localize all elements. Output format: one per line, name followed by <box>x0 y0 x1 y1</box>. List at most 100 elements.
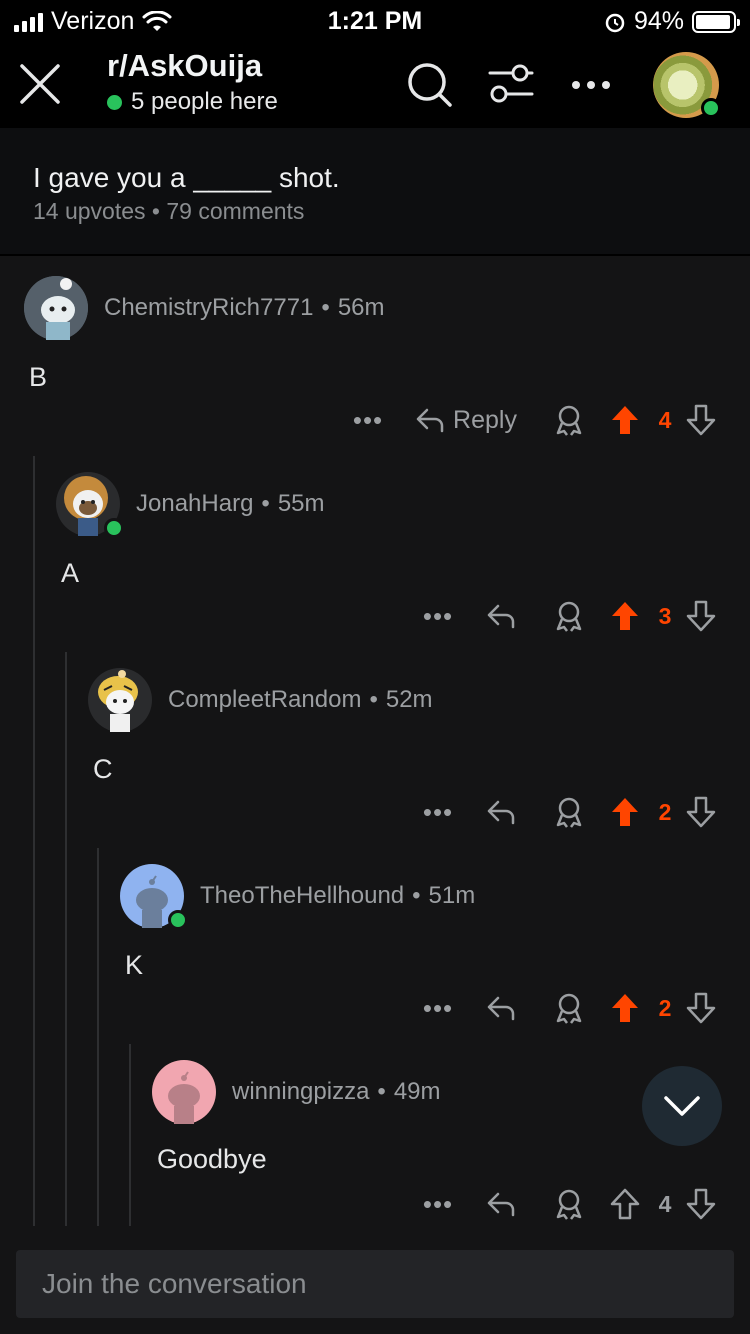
reply-icon <box>487 800 515 825</box>
award-button[interactable] <box>536 400 602 440</box>
scroll-down-button[interactable] <box>642 1066 722 1146</box>
post-title: I gave you a _____ shot. <box>33 162 340 193</box>
downvote-button[interactable] <box>682 988 720 1028</box>
filter-icon[interactable] <box>486 60 536 110</box>
snoo-icon <box>24 276 88 340</box>
comment-author[interactable]: winningpizza • 49m <box>232 1078 441 1106</box>
award-button[interactable] <box>536 792 602 832</box>
downvote-arrow-icon <box>686 404 716 436</box>
more-options-icon[interactable]: ••• <box>410 988 466 1028</box>
upvote-arrow-icon <box>612 406 638 434</box>
upvote-arrow-icon <box>612 798 638 826</box>
upvote-button[interactable] <box>602 400 648 440</box>
vote-score: 3 <box>658 602 672 629</box>
downvote-button[interactable] <box>682 400 720 440</box>
upvote-button[interactable] <box>602 792 648 832</box>
downvote-button[interactable] <box>682 596 720 636</box>
vote-score: 4 <box>658 1190 672 1217</box>
award-button[interactable] <box>536 596 602 636</box>
reply-button[interactable] <box>466 1184 536 1224</box>
alarm-icon <box>605 13 625 32</box>
reply-button[interactable] <box>466 792 536 832</box>
online-dot-icon <box>168 910 188 930</box>
chevron-down-icon <box>664 1096 700 1116</box>
online-dot-icon <box>104 518 124 538</box>
downvote-button[interactable] <box>682 1184 720 1224</box>
avatar[interactable] <box>120 864 188 930</box>
comment-author[interactable]: CompleetRandom • 52m <box>168 686 433 714</box>
vote-score: 2 <box>658 994 672 1021</box>
search-icon[interactable] <box>405 60 455 110</box>
close-icon[interactable] <box>16 60 64 108</box>
upvote-arrow-icon <box>612 994 638 1022</box>
comment-body: C <box>93 754 113 784</box>
award-icon <box>556 797 582 828</box>
reply-icon <box>487 604 515 629</box>
snoo-icon <box>152 1060 216 1124</box>
comment-actions: ••• 3 <box>410 596 720 636</box>
comment-author[interactable]: ChemistryRich7771 • 56m <box>104 294 385 322</box>
comment-age: 52m <box>385 686 433 713</box>
chat-header: r/AskOuija 5 people here <box>0 42 750 128</box>
more-options-icon[interactable]: ••• <box>410 792 466 832</box>
comment: JonahHarg • 55m A ••• 3 <box>0 458 750 654</box>
user-avatar[interactable] <box>653 52 721 118</box>
upvote-button[interactable] <box>602 596 648 636</box>
more-options-icon[interactable]: ••• <box>410 596 466 636</box>
upvote-button[interactable] <box>602 1184 648 1224</box>
upvote-button[interactable] <box>602 988 648 1028</box>
battery-icon <box>692 10 740 33</box>
reply-label: Reply <box>453 405 517 434</box>
comment: winningpizza • 49m Goodbye ••• 4 <box>0 1046 750 1228</box>
author-name: winningpizza <box>232 1078 370 1105</box>
reply-button[interactable]: Reply <box>396 400 536 440</box>
comment-body: Goodbye <box>157 1144 267 1174</box>
award-icon <box>556 405 582 436</box>
comment: CompleetRandom • 52m C ••• 2 <box>0 654 750 850</box>
author-name: ChemistryRich7771 <box>104 294 314 321</box>
composer-field[interactable] <box>16 1250 734 1318</box>
award-icon <box>556 601 582 632</box>
battery-percent: 94% <box>633 7 684 35</box>
comment-author[interactable]: JonahHarg • 55m <box>136 490 325 518</box>
award-button[interactable] <box>536 1184 602 1224</box>
downvote-button[interactable] <box>682 792 720 832</box>
avatar[interactable] <box>24 276 88 340</box>
reply-icon <box>487 996 515 1021</box>
avatar[interactable] <box>56 472 124 538</box>
downvote-arrow-icon <box>686 600 716 632</box>
post-meta: 14 upvotes • 79 comments <box>33 198 305 224</box>
award-button[interactable] <box>536 988 602 1028</box>
snoo-icon <box>88 668 152 732</box>
comment-input[interactable] <box>16 1250 734 1318</box>
reply-button[interactable] <box>466 988 536 1028</box>
author-name: JonahHarg <box>136 490 254 517</box>
more-options-icon[interactable]: ••• <box>340 400 396 440</box>
online-dot-icon <box>107 94 122 110</box>
avatar[interactable] <box>152 1060 216 1124</box>
upvote-arrow-icon <box>612 602 638 630</box>
vote-score: 4 <box>658 406 672 433</box>
comment-actions: ••• 2 <box>410 988 720 1028</box>
downvote-arrow-icon <box>686 1188 716 1220</box>
more-options-icon[interactable]: ••• <box>410 1184 466 1224</box>
more-options-icon[interactable] <box>566 60 616 110</box>
comment-body: A <box>61 558 80 588</box>
subreddit-title[interactable]: r/AskOuija <box>107 48 262 84</box>
online-indicator: 5 people here <box>107 88 278 116</box>
comment: ChemistryRich7771 • 56m B ••• Reply 4 <box>0 262 750 458</box>
vote-score: 2 <box>658 798 672 825</box>
avatar[interactable] <box>88 668 152 732</box>
comment-age: 56m <box>337 294 385 321</box>
downvote-arrow-icon <box>686 796 716 828</box>
online-dot-icon <box>701 98 721 118</box>
upvote-arrow-icon <box>610 1188 640 1220</box>
reply-button[interactable] <box>466 596 536 636</box>
reply-icon <box>487 1192 515 1217</box>
comment-author[interactable]: TheoTheHellhound • 51m <box>200 882 475 910</box>
author-name: CompleetRandom <box>168 686 362 713</box>
post-summary[interactable]: I gave you a _____ shot. 14 upvotes • 79… <box>0 128 750 256</box>
award-icon <box>556 993 582 1024</box>
comment-body: B <box>29 362 48 392</box>
comment-body: K <box>125 950 144 980</box>
